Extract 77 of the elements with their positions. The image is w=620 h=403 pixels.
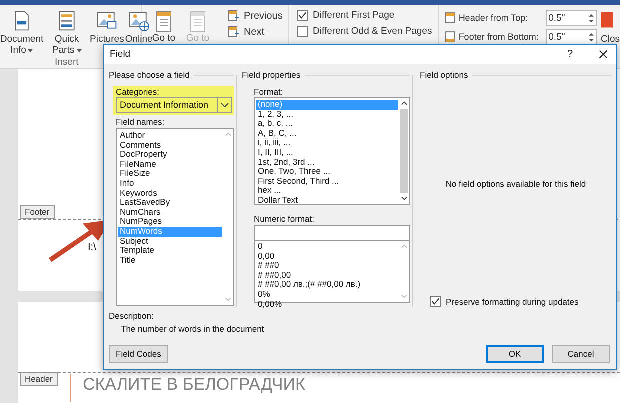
category-select[interactable]: Document Information [116,97,232,113]
list-item[interactable]: # ##0 [256,261,398,271]
list-item[interactable]: # ##0,00 [256,270,398,280]
spin-label: Footer from Bottom: [458,32,540,42]
dialog-button[interactable]: Cancel [552,345,610,363]
list-item[interactable]: NumChars [118,208,222,218]
list-item[interactable]: i, ii, iii, ... [256,138,398,148]
footer-tag: Footer [20,205,55,219]
section-title: Please choose a field [109,70,190,80]
close-icon[interactable] [599,50,608,59]
info-message: No field options available for this field [446,178,586,188]
nav-link[interactable]: Previous [228,10,283,22]
list-item[interactable]: One, Two, Three ... [256,167,398,177]
dialog-title: Field [110,49,131,60]
document-heading: СКАЛИТЕ В БЕЛОГРАДЧИК [83,375,306,396]
checkbox-label: Preserve formatting during updates [446,296,579,306]
margin-icon [444,31,457,43]
ribbon-button[interactable]: Document Info [0,5,44,56]
list-item[interactable]: LastSavedBy [118,198,222,208]
list-item[interactable]: Keywords [118,188,222,198]
spin-label: Header from Top: [458,13,530,23]
ribbon-button[interactable]: Quick Parts [45,5,89,56]
chevron-down-icon[interactable] [400,196,408,201]
list-item[interactable]: # ##0,00 лв.;(# ##0,00 лв.) [256,280,398,290]
field-label: Format: [254,87,284,97]
list-item[interactable]: Author [118,131,222,141]
checkbox[interactable] [297,10,308,21]
caret-icon [28,49,34,53]
list-item[interactable]: 1, 2, 3, ... [256,110,398,120]
description-text: The number of words in the document [121,324,264,334]
spin-box[interactable]: 0.5" [546,29,597,45]
list-item[interactable]: Template [118,246,222,256]
chevron-up-icon[interactable] [400,101,408,106]
list-item[interactable]: A, B, C, ... [256,128,398,138]
list-item[interactable]: Title [118,256,222,266]
help-button[interactable]: ? [567,49,573,60]
group-label: Insert [55,57,79,68]
nav-link[interactable]: Next [228,26,283,38]
checkbox[interactable] [297,26,308,37]
list-item[interactable]: First Second, Third ... [256,176,398,186]
list-item[interactable]: hex ... [256,186,398,196]
page-icon [188,10,208,34]
button-label: Clos [600,34,620,45]
caret-icon [76,49,82,53]
checkbox[interactable] [430,296,441,307]
list-item[interactable]: FileName [118,160,222,170]
list-item[interactable]: 0% [256,290,398,300]
list-item[interactable]: NumPages [118,217,222,227]
chevron-down-icon[interactable] [220,102,228,108]
spin-box[interactable]: 0.5" [546,10,597,26]
checkbox-label: Different Odd & Even Pages [313,26,432,37]
section-title: Field properties [242,70,301,80]
page-icon [154,10,174,34]
field-label: Categories: [116,87,160,97]
list-item[interactable]: Comments [118,140,222,150]
list-item[interactable]: DocProperty [118,150,222,160]
numeric-format-field[interactable] [254,225,410,241]
list-item[interactable]: I, II, III, ... [256,148,398,158]
checkbox-label: Different First Page [313,10,395,21]
dialog-button[interactable]: OK [486,345,544,363]
list-item[interactable]: Subject [118,236,222,246]
field-label: Field names: [116,117,166,127]
list-item[interactable]: Info [118,178,222,189]
list-item[interactable]: 0,00% [256,300,398,310]
list-item[interactable]: 0 [256,242,398,252]
list-item[interactable]: a, b, c, ... [256,119,398,129]
footer-text: I:\ [88,242,96,253]
margin-icon [444,12,457,24]
field-label: Numeric format: [254,214,316,224]
description-label: Description: [109,311,154,321]
header-tag: Header [20,372,58,386]
list-item[interactable]: 1st, 2nd, 3rd ... [256,158,398,168]
list-item[interactable]: 0,00 [256,252,398,262]
field-codes-button[interactable]: Field Codes [109,345,168,363]
section-title: Field options [420,70,468,80]
list-item[interactable]: Dollar Text [256,196,398,206]
list-item[interactable]: FileSize [118,169,222,179]
